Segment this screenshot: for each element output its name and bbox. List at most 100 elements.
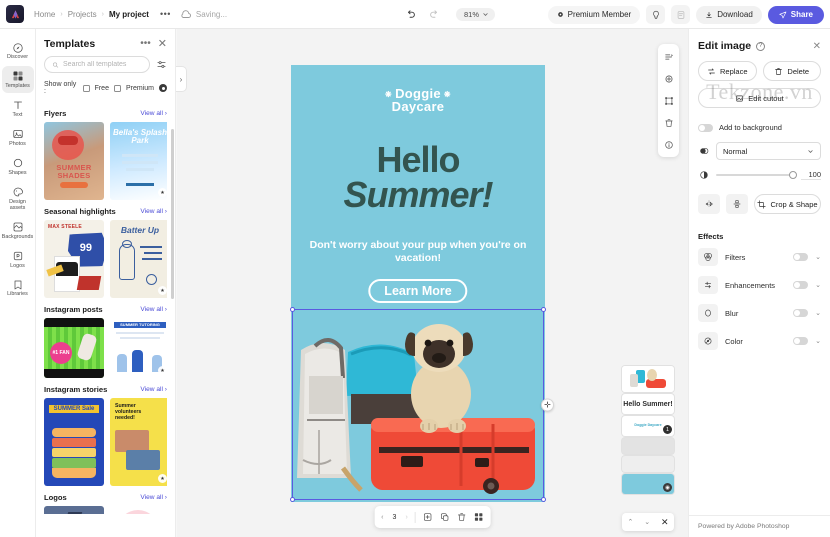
group-icon[interactable] <box>661 93 676 108</box>
breadcrumb-current-project[interactable]: My project <box>109 10 149 19</box>
panel-close-icon[interactable]: ✕ <box>158 38 167 50</box>
opacity-value[interactable]: 100 <box>801 170 821 180</box>
effect-row-enhancements[interactable]: Enhancements ⌄ <box>689 271 830 299</box>
redo-button[interactable] <box>426 6 443 23</box>
blend-mode-select[interactable]: Normal <box>716 142 821 160</box>
next-page-button[interactable]: › <box>406 514 408 521</box>
help-icon[interactable]: ? <box>756 41 766 51</box>
align-vertical-icon[interactable] <box>726 194 748 214</box>
template-card-summer-sale[interactable]: SUMMER Sale <box>44 398 104 486</box>
add-page-icon[interactable] <box>423 512 433 522</box>
layer-thumb-blank-1[interactable] <box>622 438 674 454</box>
app-logo[interactable] <box>6 5 24 23</box>
sidebar-item-shapes[interactable]: Shapes <box>2 153 34 180</box>
sidebar-item-templates[interactable]: Templates <box>1 65 34 93</box>
artboard[interactable]: ❋ Doggie ❋ Daycare Hello Summer! Don't wor… <box>291 65 545 502</box>
chevron-down-icon-filters[interactable]: ⌄ <box>815 253 821 261</box>
template-card-heart-charity-logo[interactable]: ♥ <box>110 506 167 514</box>
add-to-background-toggle[interactable] <box>698 123 713 132</box>
view-all-flyers[interactable]: View all › <box>140 110 167 117</box>
breadcrumb-home[interactable]: Home <box>34 10 55 19</box>
brand-lockup[interactable]: ❋ Doggie ❋ Daycare <box>291 87 545 114</box>
template-card-number-one-fan[interactable]: #1 FAN <box>44 318 104 378</box>
layer-thumb-hello-summer[interactable]: Hello Summer! <box>622 394 674 414</box>
panel-more-menu-icon[interactable]: ••• <box>140 39 151 49</box>
search-input[interactable] <box>63 61 142 68</box>
view-all-instagram-stories[interactable]: View all › <box>140 386 167 393</box>
replace-button[interactable]: Replace <box>698 61 757 81</box>
premium-member-button[interactable]: Premium Member <box>547 5 641 24</box>
template-card-summer-volunteers[interactable]: Summer volunteers needed! ★ <box>110 398 167 486</box>
effect-row-color[interactable]: Color ⌄ <box>689 327 830 355</box>
layer-thumb-background[interactable]: ◉ <box>622 474 674 494</box>
download-button[interactable]: Download <box>696 5 762 24</box>
rotate-handle-icon[interactable]: ✛ <box>541 398 554 411</box>
share-button[interactable]: Share <box>767 5 824 24</box>
view-all-instagram-posts[interactable]: View all › <box>140 306 167 313</box>
sidebar-item-design-assets[interactable]: Design assets <box>2 182 34 215</box>
crop-and-shape-button[interactable]: Crop & Shape <box>754 194 821 214</box>
panel-collapse-toggle[interactable]: › <box>176 66 187 92</box>
template-card-batter-up[interactable]: Batter Up ★ <box>110 220 167 298</box>
premium-checkbox[interactable] <box>113 84 121 92</box>
opacity-slider-knob[interactable] <box>789 171 797 179</box>
effect-row-filters[interactable]: Filters ⌄ <box>689 243 830 271</box>
pug-on-red-suitcase-photo[interactable] <box>293 310 543 500</box>
page-number[interactable]: 3 <box>391 514 399 521</box>
undo-button[interactable] <box>402 6 419 23</box>
search-input-wrapper[interactable] <box>44 56 150 73</box>
delete-page-icon[interactable] <box>457 512 467 522</box>
templates-scroll-area[interactable]: Flyers View all › SUMMER SHADES Bella's … <box>36 102 175 514</box>
breadcrumb-projects[interactable]: Projects <box>68 10 97 19</box>
position-icon[interactable] <box>661 71 676 86</box>
sidebar-item-libraries[interactable]: Libraries <box>2 274 34 301</box>
project-more-menu[interactable]: ••• <box>160 9 171 19</box>
template-card-bellas-splash-park[interactable]: Bella's Splash Park ★ <box>110 122 167 200</box>
sidebar-item-logos[interactable]: Logos <box>2 246 34 273</box>
blur-toggle[interactable] <box>793 309 809 317</box>
chevron-down-icon-color[interactable]: ⌄ <box>815 337 821 345</box>
template-card-lawson-weist-logo[interactable]: Lawson & Weist <box>44 506 104 514</box>
template-card-max-steele[interactable]: MAX STEELE 99 <box>44 220 104 298</box>
enhancements-toggle[interactable] <box>793 281 809 289</box>
template-card-summer-tutoring[interactable]: SUMMER TUTORING ★ <box>110 318 167 378</box>
layer-thumb-doggie-daycare[interactable]: Doggie Daycare 1 <box>622 416 674 436</box>
sidebar-item-photos[interactable]: Photos <box>2 124 34 151</box>
zoom-level-selector[interactable]: 81% <box>456 8 496 21</box>
sidebar-item-text[interactable]: Text <box>2 95 34 122</box>
color-toggle[interactable] <box>793 337 809 345</box>
view-all-seasonal[interactable]: View all › <box>140 208 167 215</box>
sidebar-item-discover[interactable]: Discover <box>2 37 34 64</box>
filters-toggle[interactable] <box>793 253 809 261</box>
canvas-stage[interactable]: ❋ Doggie ❋ Daycare Hello Summer! Don't wor… <box>177 29 688 537</box>
view-all-logos[interactable]: View all › <box>140 494 167 501</box>
layer-thumb-photo[interactable] <box>622 366 674 392</box>
layers-scroll-down-icon[interactable]: ⌄ <box>644 518 650 526</box>
delete-button[interactable]: Delete <box>762 61 821 81</box>
arrange-layers-icon[interactable] <box>661 49 676 64</box>
layer-thumb-blank-2[interactable] <box>622 456 674 472</box>
layers-scroll-up-icon[interactable]: ⌃ <box>627 518 633 526</box>
panel-scrollbar[interactable] <box>171 129 174 299</box>
info-icon[interactable] <box>661 137 676 152</box>
edit-cutout-button[interactable]: Edit cutout <box>698 88 821 108</box>
flip-horizontal-icon[interactable] <box>698 194 720 214</box>
subcopy-text[interactable]: Don't worry about your pup when you're o… <box>307 239 529 265</box>
chevron-down-icon-blur[interactable]: ⌄ <box>815 309 821 317</box>
grid-view-icon[interactable] <box>474 512 484 522</box>
prev-page-button[interactable]: ‹ <box>381 514 383 521</box>
filter-sliders-icon[interactable] <box>156 59 167 70</box>
effect-row-blur[interactable]: Blur ⌄ <box>689 299 830 327</box>
delete-icon[interactable] <box>661 115 676 130</box>
learn-more-button[interactable]: Learn More <box>368 279 468 303</box>
sidebar-item-backgrounds[interactable]: Backgrounds <box>2 217 34 244</box>
chevron-down-icon-enhancements[interactable]: ⌄ <box>815 281 821 289</box>
free-checkbox[interactable] <box>82 84 90 92</box>
template-card-summer-shades[interactable]: SUMMER SHADES <box>44 122 104 200</box>
ideas-button[interactable] <box>646 5 666 24</box>
layers-close-icon[interactable]: ✕ <box>661 517 669 528</box>
edit-image-close-icon[interactable]: ✕ <box>813 41 821 52</box>
headline-text[interactable]: Hello Summer! <box>291 142 545 213</box>
opacity-slider[interactable] <box>716 171 797 179</box>
duplicate-page-icon[interactable] <box>440 512 450 522</box>
